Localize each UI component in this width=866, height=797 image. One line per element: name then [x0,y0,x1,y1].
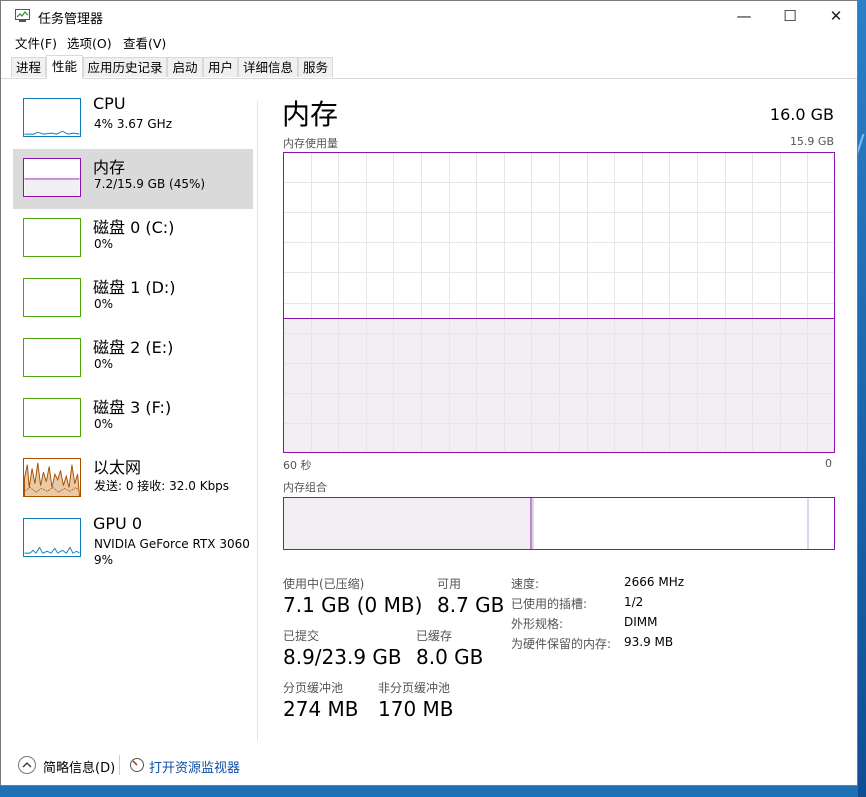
close-button[interactable]: ✕ [813,1,859,31]
cached-value: 8.0 GB [416,645,484,669]
chevron-up-icon[interactable] [17,755,37,775]
tab-services[interactable]: 服务 [298,57,333,77]
tab-details[interactable]: 详细信息 [238,57,298,77]
tab-app-history[interactable]: 应用历史记录 [83,57,167,77]
fewer-details-link[interactable]: 简略信息(D) [43,757,115,776]
title-bar[interactable]: 任务管理器 — ☐ ✕ [1,1,857,31]
menu-file[interactable]: 文件(F) [15,33,57,52]
committed-label: 已提交 [283,629,320,643]
sidebar-item-value-2: 9% [94,553,114,567]
tab-strip: 进程 性能 应用历史记录 启动 用户 详细信息 服务 [1,55,857,79]
desktop-background [858,0,866,797]
sidebar-item-value: 发送: 0 接收: 32.0 Kbps [94,479,230,493]
tab-performance[interactable]: 性能 [46,55,83,79]
minimize-icon: — [736,7,752,25]
sidebar-item-value: 0% [94,357,114,371]
disk-thumbnail-graph [23,278,81,317]
footer-divider [119,755,120,775]
hardware-reserved-label: 为硬件保留的内存: [511,637,612,651]
sidebar-item-gpu-0[interactable]: GPU 0 NVIDIA GeForce RTX 3060 9% [13,509,253,569]
memory-total: 16.0 GB [769,105,834,124]
usage-chart-max: 15.9 GB [789,135,834,148]
sidebar-item-value: 0% [94,237,114,251]
maximize-icon: ☐ [783,7,797,25]
window-title: 任务管理器 [38,12,104,27]
time-axis-right: 0 [825,457,832,470]
task-manager-window: 任务管理器 — ☐ ✕ 文件(F) 选项(O) 查看(V) 进程 性能 应用历史… [0,0,858,786]
tab-processes[interactable]: 进程 [11,57,46,77]
available-label: 可用 [437,577,462,591]
sidebar-item-ethernet[interactable]: 以太网 发送: 0 接收: 32.0 Kbps [13,449,253,509]
sidebar-item-disk-3[interactable]: 磁盘 3 (F:) 0% [13,389,253,449]
sidebar-item-label: 磁盘 2 (E:) [93,338,174,357]
sidebar-item-cpu[interactable]: CPU 4% 3.67 GHz [13,89,253,149]
sidebar-item-label: 磁盘 0 (C:) [93,218,175,237]
in-use-label: 使用中(已压缩) [283,577,365,591]
memory-usage-graph [283,152,835,453]
cached-label: 已缓存 [416,629,453,643]
committed-value: 8.9/23.9 GB [283,645,402,669]
page-title: 内存 [282,98,339,131]
sidebar-item-value: 0% [94,417,114,431]
memory-composition-bar [283,497,835,550]
tab-startup[interactable]: 启动 [167,57,203,77]
disk-thumbnail-graph [23,338,81,377]
gpu-thumbnail-graph [23,518,81,557]
composition-label: 内存组合 [283,481,327,494]
sidebar-item-disk-1[interactable]: 磁盘 1 (D:) 0% [13,269,253,329]
sidebar-item-label: 以太网 [93,458,142,477]
task-manager-icon [15,9,30,22]
slots-label: 已使用的插槽: [511,597,588,611]
speed-value: 2666 MHz [624,575,685,589]
time-axis-left: 60 秒 [283,459,312,472]
maximize-button[interactable]: ☐ [767,1,813,31]
sidebar-item-label: 磁盘 3 (F:) [93,398,172,417]
resource-monitor-icon [130,758,144,772]
form-factor-label: 外形规格: [511,617,564,631]
footer-bar: 简略信息(D) 打开资源监视器 [1,749,857,785]
speed-label: 速度: [511,577,540,591]
close-icon: ✕ [829,7,843,25]
sidebar-item-disk-2[interactable]: 磁盘 2 (E:) 0% [13,329,253,389]
disk-thumbnail-graph [23,218,81,257]
available-value: 8.7 GB [437,593,505,617]
sidebar-item-value: 7.2/15.9 GB (45%) [94,177,206,191]
tab-users[interactable]: 用户 [203,57,238,77]
sidebar-item-label: 内存 [93,158,126,177]
open-resource-monitor-link[interactable]: 打开资源监视器 [149,757,240,776]
memory-thumbnail-graph [23,158,81,197]
sidebar-item-value: NVIDIA GeForce RTX 3060 [94,537,250,551]
sidebar-item-label: GPU 0 [93,514,143,533]
sidebar-item-memory[interactable]: 内存 7.2/15.9 GB (45%) [13,149,253,209]
cpu-thumbnail-graph [23,98,81,137]
hardware-reserved-value: 93.9 MB [624,635,674,649]
sidebar-item-value: 0% [94,297,114,311]
minimize-button[interactable]: — [721,1,767,31]
ethernet-thumbnail-graph [23,458,81,497]
sidebar-item-label: CPU [93,94,126,113]
sidebar-item-disk-0[interactable]: 磁盘 0 (C:) 0% [13,209,253,269]
in-use-value: 7.1 GB (0 MB) [283,593,423,617]
slots-value: 1/2 [624,595,644,609]
paged-pool-label: 分页缓冲池 [283,681,344,695]
disk-thumbnail-graph [23,398,81,437]
form-factor-value: DIMM [624,615,658,629]
panel-divider [257,101,258,741]
menu-view[interactable]: 查看(V) [123,33,166,52]
sidebar-item-value: 4% 3.67 GHz [94,117,173,131]
composition-in-use [283,497,531,550]
nonpaged-pool-value: 170 MB [378,697,454,721]
paged-pool-value: 274 MB [283,697,359,721]
menu-options[interactable]: 选项(O) [67,33,112,52]
usage-chart-label: 内存使用量 [283,137,338,150]
sidebar-item-label: 磁盘 1 (D:) [93,278,176,297]
nonpaged-pool-label: 非分页缓冲池 [378,681,451,695]
